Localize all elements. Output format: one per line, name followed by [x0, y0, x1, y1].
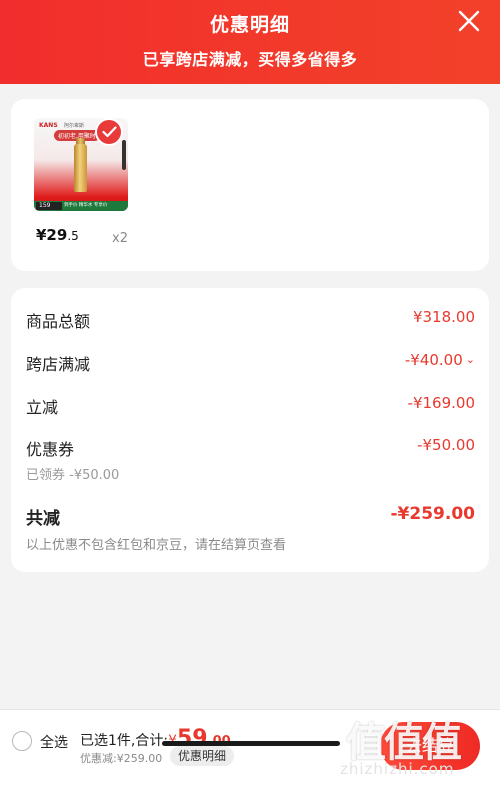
coupon-claimed-text: 已领券 -¥50.00: [26, 468, 120, 483]
row-value: -¥50.00: [417, 436, 475, 454]
bottom-bar: 全选 已选1件,合计:¥59.00 优惠减:¥259.00 优惠明细 去结算 值…: [0, 709, 500, 791]
total-value: -¥259.00: [390, 504, 476, 524]
discount-sheet: KANS 阿尔卑斯 初初老,用聚时 159 到手价 精华水 专享价 ¥29.5 …: [0, 84, 500, 791]
product-price-int: ¥29: [36, 226, 68, 244]
select-all-radio[interactable]: [12, 731, 32, 751]
row-label: 优惠券: [26, 440, 75, 459]
thumb-brand: KANS: [39, 122, 58, 129]
row-value: ¥318.00: [412, 308, 475, 326]
header: 优惠明细 已享跨店满减，买得多省得多: [0, 0, 500, 84]
product-price-dec: .5: [67, 229, 79, 243]
product-quantity: x2: [112, 231, 128, 246]
summary-card: 商品总额 ¥318.00 跨店满减 -¥40.00 ⌄ 立减 -¥169.00 优…: [11, 288, 489, 572]
close-icon[interactable]: [456, 8, 482, 34]
total-label: 共减: [26, 509, 60, 529]
selected-check-icon[interactable]: [95, 118, 123, 146]
row-value: -¥40.00: [404, 351, 463, 369]
product-price: ¥29.5: [36, 226, 79, 244]
header-subtitle: 已享跨店满减，买得多省得多: [142, 50, 358, 69]
row-label: 跨店满减: [26, 355, 91, 374]
discount-detail-button[interactable]: 优惠明细: [170, 746, 235, 766]
thumb-side-strip: [122, 140, 126, 170]
row-value-wrap: -¥40.00 ⌄: [405, 351, 475, 369]
page-title: 优惠明细: [209, 14, 290, 36]
home-indicator: [162, 741, 340, 746]
chevron-down-icon[interactable]: ⌄: [466, 353, 475, 366]
selected-count-text: 已选1件,合计:: [80, 733, 169, 749]
checkout-button[interactable]: 去结算: [380, 722, 480, 770]
thumb-price: 159: [36, 202, 62, 210]
thumb-store: 阿尔卑斯: [64, 123, 85, 129]
discount-note: 以上优惠不包含红包和京豆，请在结算页查看: [26, 538, 287, 553]
bottle-image: [74, 144, 87, 192]
product-card: KANS 阿尔卑斯 初初老,用聚时 159 到手价 精华水 专享价 ¥29.5 …: [11, 99, 489, 271]
discount-amount: 优惠减:¥259.00: [80, 752, 163, 765]
thumb-band-text: 到手价 精华水 专享价: [64, 203, 108, 208]
row-label: 商品总额: [26, 312, 91, 331]
select-all-label[interactable]: 全选: [40, 732, 68, 752]
row-label: 立减: [26, 398, 59, 417]
row-value: -¥169.00: [407, 394, 475, 412]
